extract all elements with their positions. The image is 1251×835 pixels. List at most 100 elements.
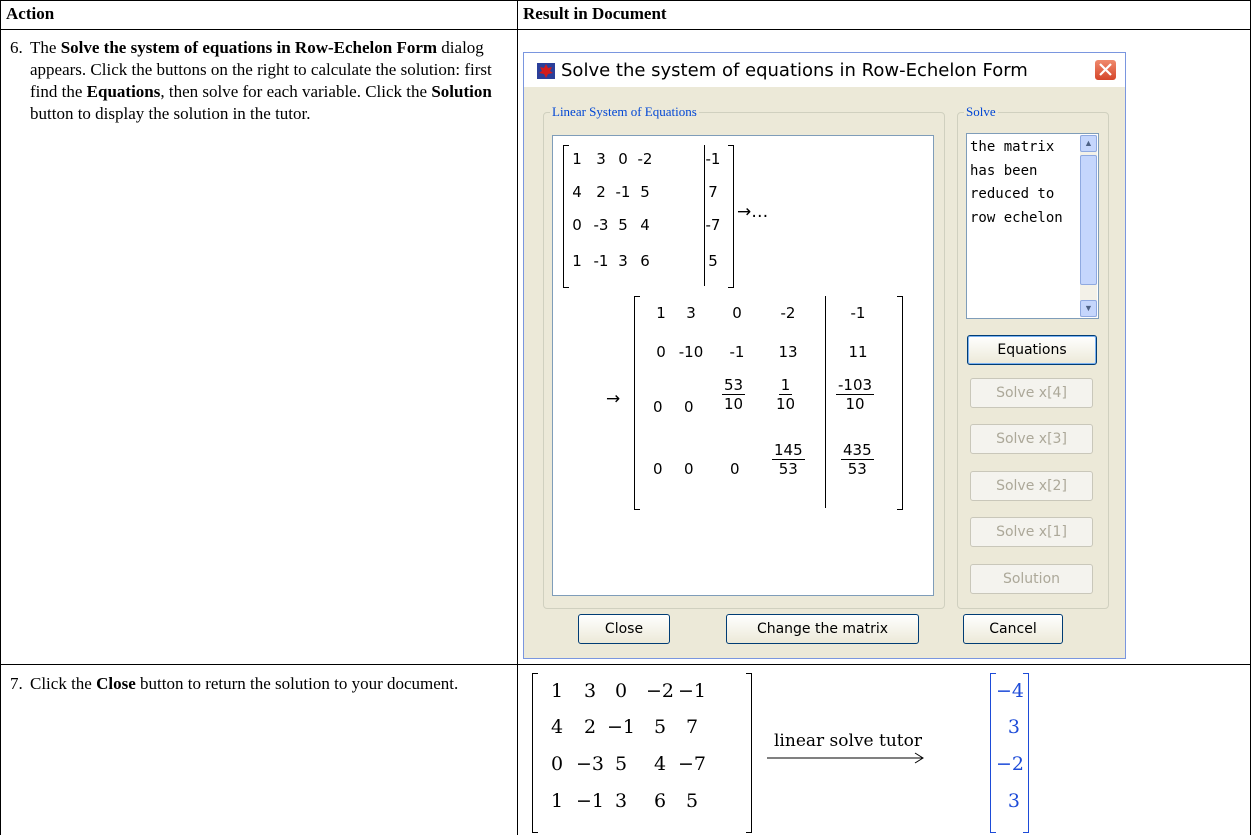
- orig-cell-r4c4: 6: [640, 252, 650, 270]
- result-cell-r4c4: 6: [653, 790, 667, 812]
- table-top-border: [0, 0, 1251, 1]
- header-action: Action: [6, 4, 55, 23]
- reduced-cell-r2c5: 11: [848, 343, 868, 361]
- result-cell-r3c5: −7: [677, 753, 706, 775]
- maple-leaf-icon: [537, 63, 555, 79]
- orig-cell-r1c2: 3: [596, 150, 606, 168]
- orig-cell-r4c1: 1: [572, 252, 582, 270]
- orig-cell-r4c3: 3: [618, 252, 628, 270]
- reduced-cell-r2c3: -1: [729, 343, 745, 361]
- scroll-down-icon[interactable]: ▼: [1080, 300, 1097, 317]
- result-left-bracket: [532, 673, 538, 833]
- r3c5-fraction: -103 10: [836, 376, 875, 413]
- reduced-cell-r2c1: 0: [656, 343, 666, 361]
- solution-value-1: −4: [996, 680, 1025, 702]
- result-cell-r2c4: 5: [653, 716, 667, 738]
- status-textarea[interactable]: the matrix has been reduced to row echel…: [966, 133, 1099, 319]
- solve-x3-button[interactable]: Solve x[3]: [970, 424, 1093, 454]
- reduced-cell-r1c2: 3: [686, 304, 696, 322]
- result-cell-r3c2: −3: [575, 753, 604, 775]
- result-cell-r4c5: 5: [685, 790, 699, 812]
- reduced-cell-r2c4: 13: [778, 343, 798, 361]
- result-cell-r2c3: −1: [606, 716, 635, 738]
- result-cell-r2c1: 4: [550, 716, 564, 738]
- equations-button[interactable]: Equations: [967, 335, 1097, 365]
- step6-text: The Solve the system of equations in Row…: [30, 38, 492, 123]
- solution-bold: Solution: [431, 82, 492, 101]
- r4c5-fraction: 435 53: [841, 441, 874, 478]
- result-cell-r2c2: 2: [583, 716, 597, 738]
- close-icon: [1099, 63, 1112, 76]
- table-row-divider: [0, 664, 1251, 665]
- scrollbar-thumb[interactable]: [1080, 155, 1097, 285]
- r3c3-fraction: 53 10: [722, 376, 746, 413]
- reduced-arrow: →: [606, 389, 621, 409]
- result-cell-r4c1: 1: [550, 790, 564, 812]
- reduced-left-bracket: [634, 296, 640, 510]
- change-matrix-button[interactable]: Change the matrix: [726, 614, 919, 644]
- r4c2: 0: [684, 460, 694, 478]
- r3c2: 0: [684, 398, 694, 416]
- r4c4-fraction: 145 53: [772, 441, 805, 478]
- header-result: Result in Document: [523, 4, 667, 23]
- dialog-titlebar[interactable]: Solve the system of equations in Row-Ech…: [524, 53, 1125, 87]
- status-text: the matrix has been reduced to row echel…: [970, 139, 1063, 226]
- result-cell-r3c3: 5: [614, 753, 628, 775]
- table-column-divider: [517, 0, 518, 835]
- table-left-border: [0, 0, 1, 835]
- reduced-cell-r2c2: -10: [678, 343, 704, 361]
- result-cell-r3c4: 4: [653, 753, 667, 775]
- close-button[interactable]: Close: [578, 614, 670, 644]
- reduced-cell-r1c5: -1: [850, 304, 866, 322]
- orig-cell-r2c3: -1: [615, 183, 631, 201]
- result-cell-r4c2: −1: [575, 790, 604, 812]
- reduced-right-bracket: [897, 296, 903, 510]
- dialog-name-bold: Solve the system of equations in Row-Ech…: [60, 38, 438, 57]
- solve-x1-button[interactable]: Solve x[1]: [970, 517, 1093, 547]
- linear-system-legend: Linear System of Equations: [550, 104, 699, 120]
- step7-number: 7.: [10, 674, 23, 693]
- reduced-augment-bar: [825, 296, 826, 508]
- solution-button[interactable]: Solution: [970, 564, 1093, 594]
- orig-cell-r1c3: 0: [618, 150, 628, 168]
- orig-cell-r2c1: 4: [572, 183, 582, 201]
- r4c1: 0: [653, 460, 663, 478]
- arrow-ellipsis: →…: [737, 202, 769, 222]
- orig-cell-r1c4: -2: [637, 150, 653, 168]
- result-cell-r1c3: 0: [614, 680, 628, 702]
- result-cell-r1c5: −1: [677, 680, 706, 702]
- reduced-cell-r1c3: 0: [732, 304, 742, 322]
- equations-bold: Equations: [86, 82, 161, 101]
- result-cell-r1c1: 1: [550, 680, 564, 702]
- result-cell-r3c1: 0: [550, 753, 564, 775]
- r3c4-fraction: 1 10: [776, 376, 796, 413]
- solve-legend: Solve: [964, 104, 998, 120]
- dialog-title: Solve the system of equations in Row-Ech…: [561, 60, 1028, 81]
- reduced-cell-r1c4: -2: [780, 304, 796, 322]
- scroll-up-icon[interactable]: ▲: [1080, 135, 1097, 152]
- orig-cell-r3c2: -3: [593, 216, 609, 234]
- orig-cell-r2c4: 5: [640, 183, 650, 201]
- result-right-bracket: [746, 673, 752, 833]
- step6-number: 6.: [10, 38, 23, 57]
- result-cell-r1c2: 3: [583, 680, 597, 702]
- solution-value-4: 3: [1007, 790, 1020, 812]
- orig-cell-r3c3: 5: [618, 216, 628, 234]
- cancel-button[interactable]: Cancel: [963, 614, 1063, 644]
- orig-cell-r4c5: 5: [708, 252, 718, 270]
- solve-x2-button[interactable]: Solve x[2]: [970, 471, 1093, 501]
- close-window-button[interactable]: [1094, 59, 1117, 81]
- reduced-cell-r1c1: 1: [656, 304, 666, 322]
- result-cell-r2c5: 7: [685, 716, 699, 738]
- orig-cell-r1c5: -1: [705, 150, 721, 168]
- solution-value-3: −2: [996, 753, 1025, 775]
- orig-cell-r3c4: 4: [640, 216, 650, 234]
- solve-x4-button[interactable]: Solve x[4]: [970, 378, 1093, 408]
- solution-value-2: 3: [1007, 716, 1020, 738]
- orig-cell-r2c5: 7: [708, 183, 718, 201]
- r3c1: 0: [653, 398, 663, 416]
- vertical-scrollbar[interactable]: ▲ ▼: [1080, 135, 1097, 317]
- r4c3: 0: [730, 460, 740, 478]
- step7-text: Click the Close button to return the sol…: [30, 674, 459, 693]
- orig-cell-r3c5: -7: [705, 216, 721, 234]
